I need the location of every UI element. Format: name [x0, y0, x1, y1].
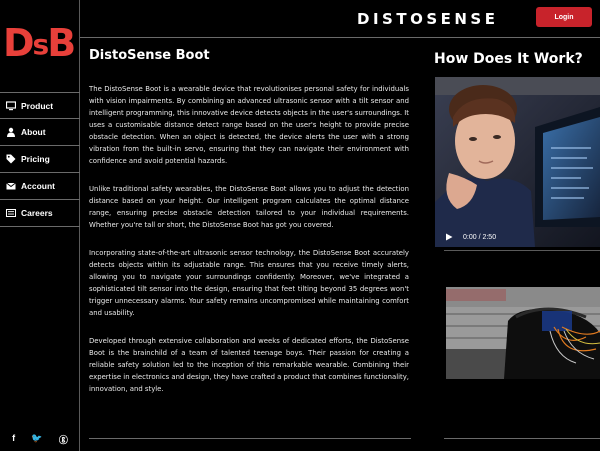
brand-name: DISTOSENSE — [357, 10, 499, 28]
instagram-icon[interactable]: ⓖ — [59, 433, 68, 446]
boot-image — [446, 287, 600, 379]
divider — [444, 438, 600, 439]
sidebar-item-label: Product — [21, 100, 54, 111]
sidebar-item-about[interactable]: About — [0, 119, 80, 146]
section-title: How Does It Work? — [434, 51, 583, 67]
play-icon[interactable] — [445, 233, 453, 241]
computer-icon — [6, 100, 16, 111]
page-title: DistoSense Boot — [89, 48, 210, 63]
divider — [444, 250, 600, 251]
login-button[interactable]: Login — [536, 7, 592, 27]
sidebar-item-product[interactable]: Product — [0, 92, 80, 119]
article-body: The DistoSense Boot is a wearable device… — [89, 83, 409, 411]
video-controls: 0:00 / 2:50 — [435, 227, 600, 247]
sidebar-item-label: Careers — [21, 208, 53, 218]
logo-s: s — [32, 28, 50, 61]
tag-icon — [6, 154, 16, 164]
sidebar-item-label: About — [21, 127, 46, 137]
logo-b: B — [47, 21, 76, 65]
top-header: DISTOSENSE Login — [80, 0, 600, 38]
sidebar-item-account[interactable]: Account — [0, 173, 80, 200]
logo-d: D — [3, 21, 35, 65]
article-paragraph: Incorporating state-of-the-art ultrasoni… — [89, 249, 409, 317]
list-icon — [6, 208, 16, 218]
mail-icon — [6, 181, 16, 191]
divider — [89, 438, 411, 439]
sidebar-item-label: Pricing — [21, 154, 50, 164]
sidebar-item-pricing[interactable]: Pricing — [0, 146, 80, 173]
facebook-icon[interactable]: f — [12, 433, 15, 446]
article-paragraph: The DistoSense Boot is a wearable device… — [89, 85, 409, 165]
article-paragraph: Unlike traditional safety wearables, the… — [89, 185, 409, 229]
sidebar: DsB Product About Pricing Account Career… — [0, 0, 80, 451]
video-frame — [435, 77, 600, 247]
video-player[interactable]: 0:00 / 2:50 — [435, 77, 600, 247]
social-links: f 🐦 ⓖ — [0, 433, 80, 446]
sidebar-item-label: Account — [21, 181, 55, 191]
video-time: 0:00 / 2:50 — [463, 233, 497, 241]
sidebar-item-careers[interactable]: Careers — [0, 200, 80, 227]
product-photo — [446, 287, 600, 379]
logo[interactable]: DsB — [3, 22, 77, 64]
sidebar-nav: Product About Pricing Account Careers — [0, 92, 80, 227]
person-icon — [6, 127, 16, 137]
twitter-icon[interactable]: 🐦 — [31, 433, 42, 446]
article-paragraph: Developed through extensive collaboratio… — [89, 337, 409, 393]
